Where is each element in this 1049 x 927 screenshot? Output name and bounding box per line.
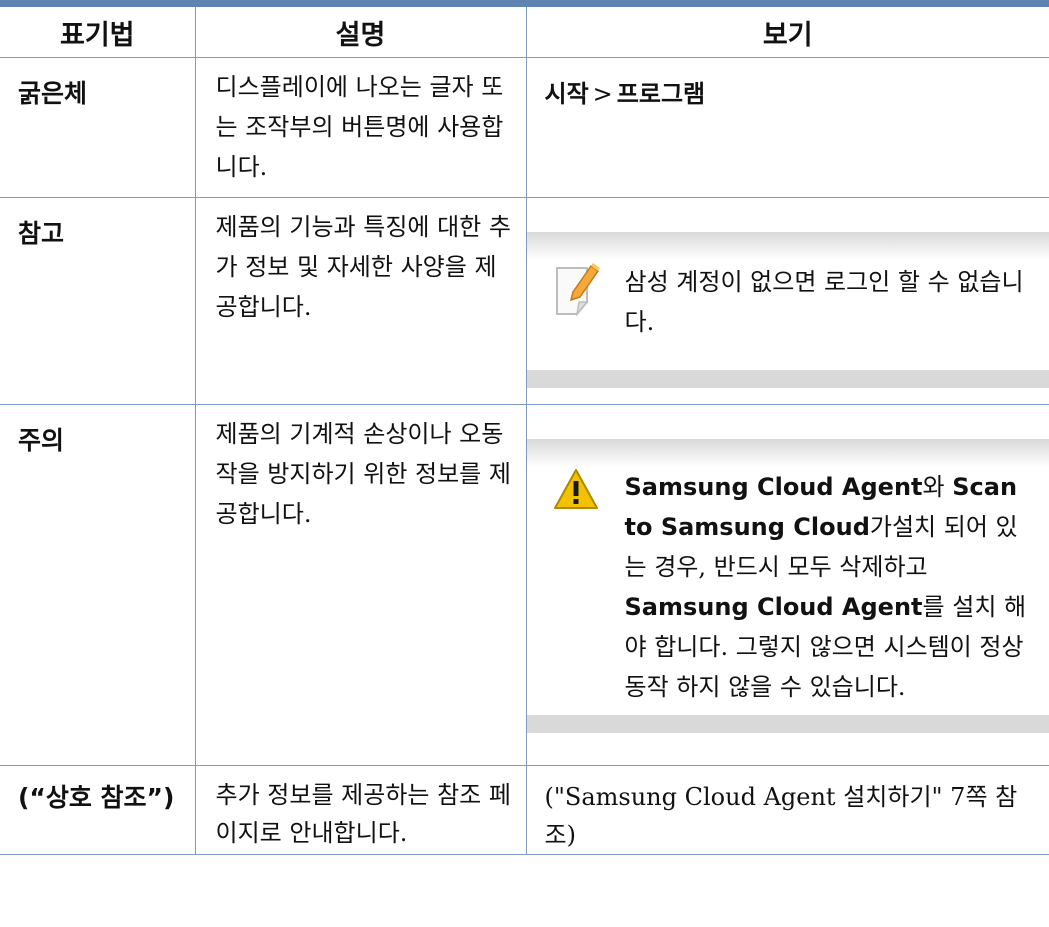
example-bold-start: 시작: [544, 80, 589, 108]
top-rule: [0, 0, 1049, 7]
row-description: 제품의 기능과 특징에 대한 추가 정보 및 자세한 사양을 제공합니다.: [194, 197, 527, 405]
row-label: (“상호 참조”): [0, 765, 196, 855]
row-example: ("Samsung Cloud Agent 설치하기" 7쪽 참조): [525, 765, 1049, 855]
row-description: 제품의 기계적 손상이나 오동작을 방지하기 위한 정보를 제공합니다.: [194, 404, 527, 766]
note-pencil-icon: [553, 262, 601, 370]
row-description: 추가 정보를 제공하는 참조 페이지로 안내합니다.: [194, 765, 527, 855]
caution-text: Samsung Cloud Agent와 Scan to Samsung Clo…: [624, 473, 1027, 701]
caution-box: Samsung Cloud Agent와 Scan to Samsung Clo…: [526, 439, 1049, 733]
example-separator: >: [592, 80, 613, 108]
example-bold-program: 프로그램: [616, 80, 706, 108]
note-text: 삼성 계정이 없으면 로그인 할 수 없습니다.: [624, 268, 1024, 336]
header-row: 표기법 설명 보기: [0, 7, 1049, 58]
row-label: 굵은체: [0, 57, 196, 198]
row-example: 시작 > 프로그램: [525, 57, 1049, 198]
conventions-table: 표기법 설명 보기 굵은체 디스플레이에 나오는 글자 또는 조작부의 버튼명에…: [0, 7, 1049, 855]
header-notation: 표기법: [0, 7, 196, 58]
table-row-note: 참고 제품의 기능과 특징에 대한 추가 정보 및 자세한 사양을 제공합니다.: [0, 197, 1049, 405]
header-example: 보기: [525, 7, 1049, 58]
row-example: Samsung Cloud Agent와 Scan to Samsung Clo…: [525, 404, 1049, 766]
warning-triangle-icon: [553, 467, 601, 715]
table-row-caution: 주의 제품의 기계적 손상이나 오동작을 방지하기 위한 정보를 제공합니다.: [0, 404, 1049, 766]
row-description: 디스플레이에 나오는 글자 또는 조작부의 버튼명에 사용합니다.: [194, 57, 527, 198]
note-box: 삼성 계정이 없으면 로그인 할 수 없습니다.: [526, 232, 1049, 388]
row-label: 참고: [0, 197, 196, 405]
row-example: 삼성 계정이 없으면 로그인 할 수 없습니다.: [525, 197, 1049, 405]
table-row-bold: 굵은체 디스플레이에 나오는 글자 또는 조작부의 버튼명에 사용합니다. 시작…: [0, 57, 1049, 198]
table-row-crossref: (“상호 참조”) 추가 정보를 제공하는 참조 페이지로 안내합니다. ("S…: [0, 765, 1049, 855]
row-label: 주의: [0, 404, 196, 766]
header-description: 설명: [194, 7, 527, 58]
